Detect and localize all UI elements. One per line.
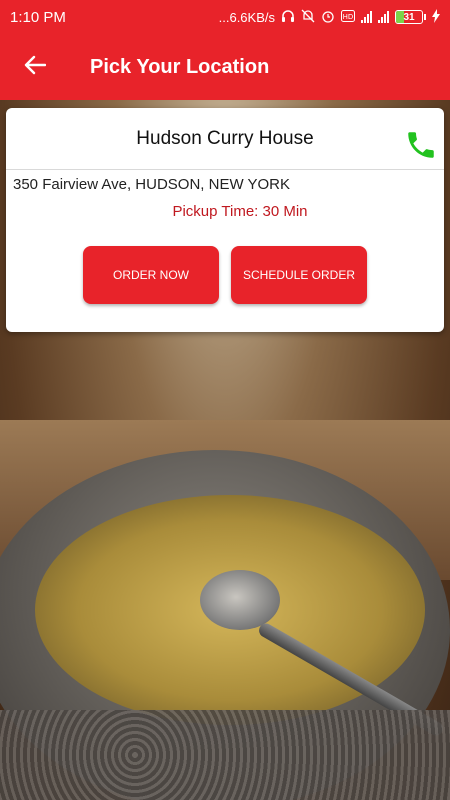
battery-icon: 31 (395, 10, 426, 24)
alarm-icon (321, 9, 335, 26)
card-header: Hudson Curry House (6, 108, 444, 170)
restaurant-address: 350 Fairview Ave, HUDSON, NEW YORK (13, 176, 291, 193)
order-now-button[interactable]: ORDER NOW (83, 246, 219, 304)
volte-icon: HD (341, 9, 355, 25)
status-icons: ...6.6KB/s HD 31 (218, 8, 440, 26)
network-speed: ...6.6KB/s (218, 9, 275, 25)
arrow-left-icon (24, 55, 47, 80)
app-bar: Pick Your Location (0, 34, 450, 100)
back-button[interactable] (0, 34, 70, 100)
schedule-order-button[interactable]: SCHEDULE ORDER (231, 246, 367, 304)
order-buttons: ORDER NOW SCHEDULE ORDER (6, 246, 444, 304)
pickup-time: Pickup Time: 30 Min (172, 203, 308, 220)
phone-icon (404, 132, 438, 166)
call-button[interactable] (404, 128, 440, 164)
restaurant-name: Hudson Curry House (136, 127, 314, 149)
signal-icon-sim2 (378, 11, 389, 23)
mute-bell-icon (301, 9, 315, 26)
battery-level: 31 (403, 11, 415, 23)
page-title: Pick Your Location (90, 55, 270, 78)
location-card: Hudson Curry House 350 Fairview Ave, HUD… (6, 108, 444, 332)
svg-text:HD: HD (343, 13, 354, 21)
status-time: 1:10 PM (10, 8, 66, 26)
status-bar: 1:10 PM ...6.6KB/s HD 31 (0, 0, 450, 34)
headphones-icon (281, 9, 295, 26)
signal-icon-sim1 (361, 11, 372, 23)
charging-icon (432, 8, 440, 26)
